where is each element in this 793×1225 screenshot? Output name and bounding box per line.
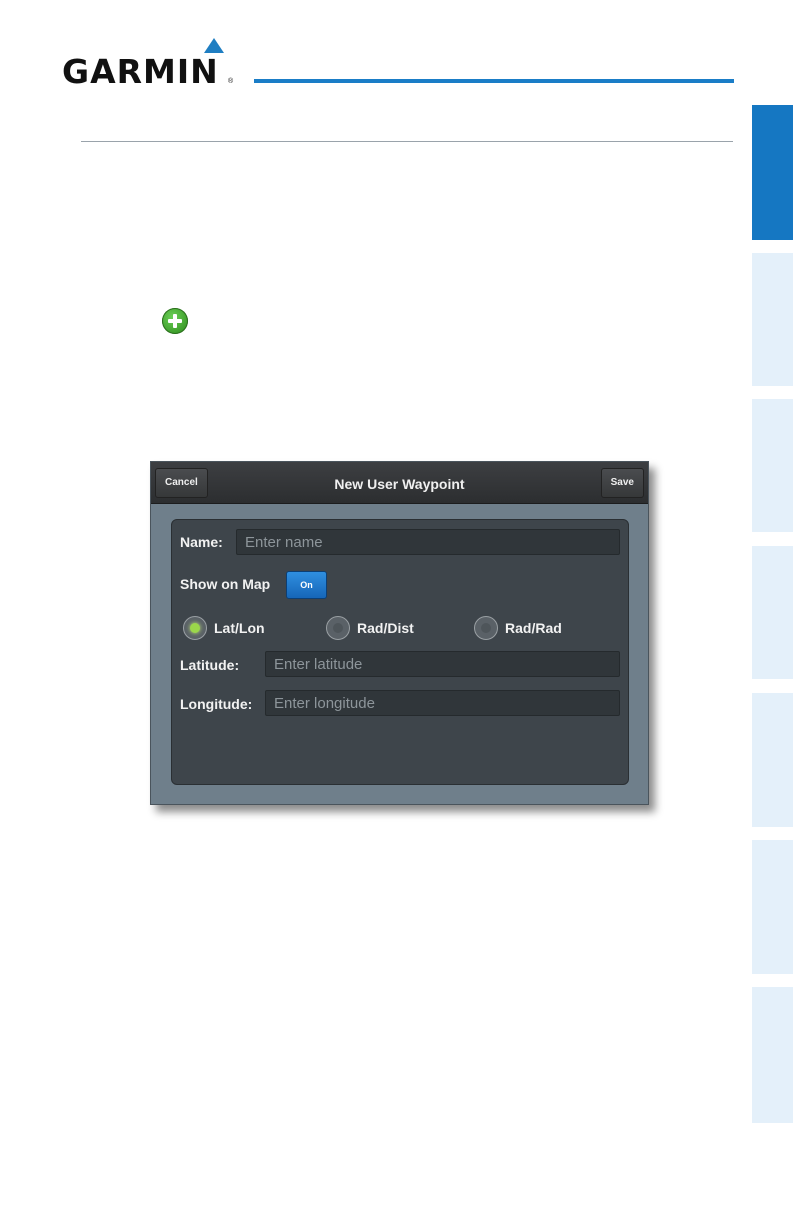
waypoint-form-panel: Name: Enter name Show on Map On Lat/Lon … — [171, 519, 629, 785]
latitude-input[interactable]: Enter latitude — [265, 651, 620, 677]
section-tab-6[interactable] — [752, 840, 793, 974]
longitude-label: Longitude: — [180, 696, 253, 712]
save-button[interactable]: Save — [600, 468, 644, 498]
logo-delta-icon — [204, 38, 224, 53]
radio-empty-dot — [333, 623, 343, 633]
section-tab-4[interactable] — [752, 546, 793, 679]
logo-wordmark: GARMIN — [62, 52, 219, 91]
section-tab-2[interactable] — [752, 253, 793, 386]
rad-dist-label: Rad/Dist — [357, 620, 414, 636]
rad-rad-label: Rad/Rad — [505, 620, 562, 636]
logo-registered-mark: ® — [228, 78, 234, 85]
radio-selected-dot — [190, 623, 200, 633]
section-tab-1[interactable] — [752, 105, 793, 240]
section-tab-7[interactable] — [752, 987, 793, 1123]
show-on-map-label: Show on Map — [180, 576, 271, 592]
cancel-button[interactable]: Cancel — [155, 468, 208, 498]
header-rule — [254, 79, 734, 83]
section-divider — [81, 141, 733, 142]
name-input[interactable]: Enter name — [236, 529, 620, 555]
rad-dist-radio[interactable] — [326, 616, 350, 640]
radio-empty-dot — [481, 623, 491, 633]
lat-lon-label: Lat/Lon — [214, 620, 265, 636]
plus-circle-icon — [162, 308, 188, 334]
lat-lon-radio[interactable] — [183, 616, 207, 640]
section-tab-5[interactable] — [752, 693, 793, 827]
dialog-title: New User Waypoint — [334, 476, 465, 492]
latitude-label: Latitude: — [180, 657, 240, 673]
garmin-logo: GARMIN ® — [62, 34, 242, 91]
show-on-map-toggle[interactable]: On — [286, 571, 327, 599]
name-label: Name: — [180, 534, 223, 550]
dialog-title-bar: New User Waypoint Cancel Save — [151, 462, 648, 504]
longitude-input[interactable]: Enter longitude — [265, 690, 620, 716]
rad-rad-radio[interactable] — [474, 616, 498, 640]
new-user-waypoint-dialog: New User Waypoint Cancel Save Name: Ente… — [150, 461, 649, 805]
section-tab-3[interactable] — [752, 399, 793, 532]
